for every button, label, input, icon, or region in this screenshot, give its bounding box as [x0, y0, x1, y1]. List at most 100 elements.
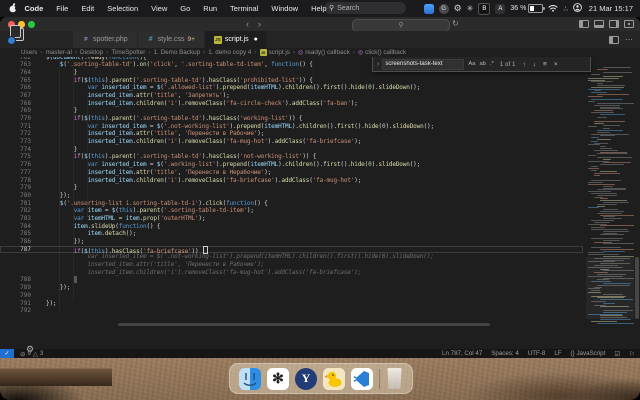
dock-chatgpt-icon[interactable]: ✻ [267, 367, 289, 390]
code-line-ghost[interactable]: inserted_item.attr('title', 'Перенести в… [0, 261, 583, 269]
menu-terminal[interactable]: Terminal [224, 4, 265, 13]
code-line-767[interactable]: 767 inserted_item.attr('title', 'Запрети… [0, 92, 583, 100]
dock-cyberduck-icon[interactable] [323, 367, 345, 390]
code-line-784[interactable]: 784 item.slideUp(function() { [0, 223, 583, 231]
dock-y-browser-icon[interactable]: Y [295, 367, 317, 390]
input-source-icon[interactable]: ∴ [563, 5, 567, 13]
code-line-791[interactable]: 791}); [0, 300, 583, 308]
encoding-setting[interactable]: UTF-8 [528, 350, 546, 357]
toggle-panel-icon[interactable] [594, 20, 604, 28]
b-app-icon[interactable]: B [478, 2, 491, 15]
minimap-viewport[interactable] [586, 257, 634, 319]
code-line-789[interactable]: 789 }); [0, 284, 583, 292]
code-line-ghost[interactable]: inserted_item.children('i').removeClass(… [0, 269, 583, 277]
menu-code[interactable]: Code [18, 4, 50, 13]
code-line-772[interactable]: 772 inserted_item.attr('title', 'Перенес… [0, 130, 583, 138]
code-line-781[interactable]: 781 $('.unsorting-list i.sorting-table-t… [0, 200, 583, 208]
vertical-scrollbar[interactable] [635, 257, 639, 319]
code-line-766[interactable]: 766 var inserted_item = $('.allowed-list… [0, 84, 583, 92]
more-actions-icon[interactable]: ⋯ [625, 35, 633, 44]
menu-edit[interactable]: Edit [75, 4, 101, 13]
code-line-773[interactable]: 773 inserted_item.children('i').removeCl… [0, 138, 583, 146]
close-find-icon[interactable]: × [554, 61, 558, 68]
language-mode[interactable]: {} JavaScript [571, 350, 606, 357]
breadcrumb-item[interactable]: Users [21, 49, 37, 56]
split-editor-icon[interactable] [609, 35, 619, 44]
dock-trash-icon[interactable] [387, 368, 402, 389]
menu-view[interactable]: View [145, 4, 174, 13]
menu-run[interactable]: Run [197, 4, 224, 13]
breadcrumb-item[interactable]: 1. Demo Backup [154, 49, 201, 56]
tab-spotter.php[interactable]: Pspotter.php [73, 31, 138, 48]
code-line-ghost[interactable]: var inserted_item = $('.not-working-list… [0, 253, 583, 261]
documents-copy-icon[interactable] [7, 25, 25, 45]
manage-gear-icon[interactable]: ⚙ [26, 344, 34, 355]
apple-menu-icon[interactable] [9, 2, 18, 15]
code-editor[interactable]: 762 $(document).ready(function(){763 $('.… [0, 57, 640, 326]
nav-back-icon[interactable]: ‹ [246, 18, 249, 30]
breadcrumb-symbol[interactable]: ready() callback [305, 49, 349, 56]
find-in-selection-icon[interactable]: ≡ [543, 61, 547, 68]
modified-dot-icon[interactable]: ● [254, 36, 258, 43]
code-line-765[interactable]: 765 if($(this).parent('.sorting-table-td… [0, 77, 583, 85]
whole-word-toggle[interactable]: ab [479, 61, 485, 67]
code-line-782[interactable]: 782 var item = $(this).parent('.sorting-… [0, 207, 583, 215]
breadcrumb-symbol[interactable]: click() callback [365, 49, 406, 56]
breadcrumb-item[interactable]: TimeSpotter [111, 49, 145, 56]
tab-style.css[interactable]: # style.css 9+ [137, 31, 205, 48]
code-line-768[interactable]: 768 inserted_item.children('i').removeCl… [0, 100, 583, 108]
code-line-775[interactable]: 775 if($(this).parent('.sorting-table-td… [0, 153, 583, 161]
menu-go[interactable]: Go [174, 4, 197, 13]
blue-app-icon[interactable] [423, 3, 434, 14]
menu-bar-search[interactable]: ⚲ Search [324, 2, 406, 14]
code-line-783[interactable]: 783 var itemHTML = item.prop('outerHTML'… [0, 215, 583, 223]
horizontal-scrollbar[interactable] [118, 323, 490, 326]
breadcrumb-item[interactable]: Desktop [80, 49, 103, 56]
code-line-779[interactable]: 779 } [0, 184, 583, 192]
user-account-icon[interactable] [572, 3, 582, 14]
window-titlebar[interactable]: ‹ › ⚲ ↻ [0, 17, 640, 32]
cursor-position[interactable]: Ln 787, Col 47 [442, 350, 482, 357]
previous-match-icon[interactable]: ↑ [523, 61, 526, 68]
indentation-setting[interactable]: Spaces: 4 [491, 350, 519, 357]
wifi-icon[interactable] [548, 4, 558, 14]
dock-vscode-icon[interactable] [351, 367, 373, 390]
prettier-check-icon[interactable]: ☑ [614, 350, 620, 358]
asterisk-app-icon[interactable]: ✳ [467, 4, 474, 13]
sync-icon[interactable]: ↻ [452, 19, 459, 28]
code-line-776[interactable]: 776 var inserted_item = $('.working-list… [0, 161, 583, 169]
code-line-790[interactable]: 790 [0, 292, 583, 300]
breadcrumb-file[interactable]: script.js [269, 49, 290, 56]
code-line-770[interactable]: 770 if($(this).parent('.sorting-table-td… [0, 115, 583, 123]
next-match-icon[interactable]: ↓ [533, 61, 536, 68]
toggle-secondary-sidebar-icon[interactable] [609, 20, 619, 28]
code-line-788[interactable]: 788 [0, 276, 583, 284]
menu-file[interactable]: File [50, 4, 75, 13]
code-line-774[interactable]: 774 } [0, 146, 583, 154]
code-line-777[interactable]: 777 inserted_item.attr('title', 'Перенес… [0, 169, 583, 177]
match-case-toggle[interactable]: Aa [468, 61, 475, 67]
code-line-786[interactable]: 786 }); [0, 238, 583, 246]
nav-forward-icon[interactable]: › [258, 18, 261, 30]
code-line-787[interactable]: 787 if($(this).hasClass('fa-briefcase')) [0, 245, 583, 255]
bell-icon[interactable]: ⚐ [629, 350, 635, 358]
code-line-769[interactable]: 769 } [0, 107, 583, 115]
circle-app-icon[interactable]: G [438, 3, 449, 14]
battery-indicator[interactable]: 36 % [510, 4, 545, 13]
breadcrumb-item[interactable]: 1. demo copy 4 [208, 49, 251, 56]
menu-bar-clock[interactable]: 21 Mar 15:17 [589, 4, 633, 13]
eol-setting[interactable]: LF [554, 350, 561, 357]
toggle-replace-icon[interactable]: › [377, 61, 379, 68]
breadcrumb-item[interactable]: master-al [46, 49, 72, 56]
regex-toggle[interactable]: .* [490, 61, 494, 67]
toggle-sidebar-icon[interactable] [579, 20, 589, 28]
zoom-window-button[interactable] [28, 21, 35, 28]
code-line-780[interactable]: 780 }); [0, 192, 583, 200]
tab-script.js[interactable]: JS script.js ● [204, 31, 268, 48]
find-input[interactable] [382, 58, 465, 70]
dock-finder-icon[interactable] [239, 367, 261, 390]
code-line-778[interactable]: 778 inserted_item.children('i').removeCl… [0, 177, 583, 185]
code-lines[interactable]: 762 $(document).ready(function(){763 $('.… [0, 57, 583, 315]
code-line-785[interactable]: 785 item.detach(); [0, 230, 583, 238]
a-app-icon[interactable]: A [495, 3, 506, 14]
